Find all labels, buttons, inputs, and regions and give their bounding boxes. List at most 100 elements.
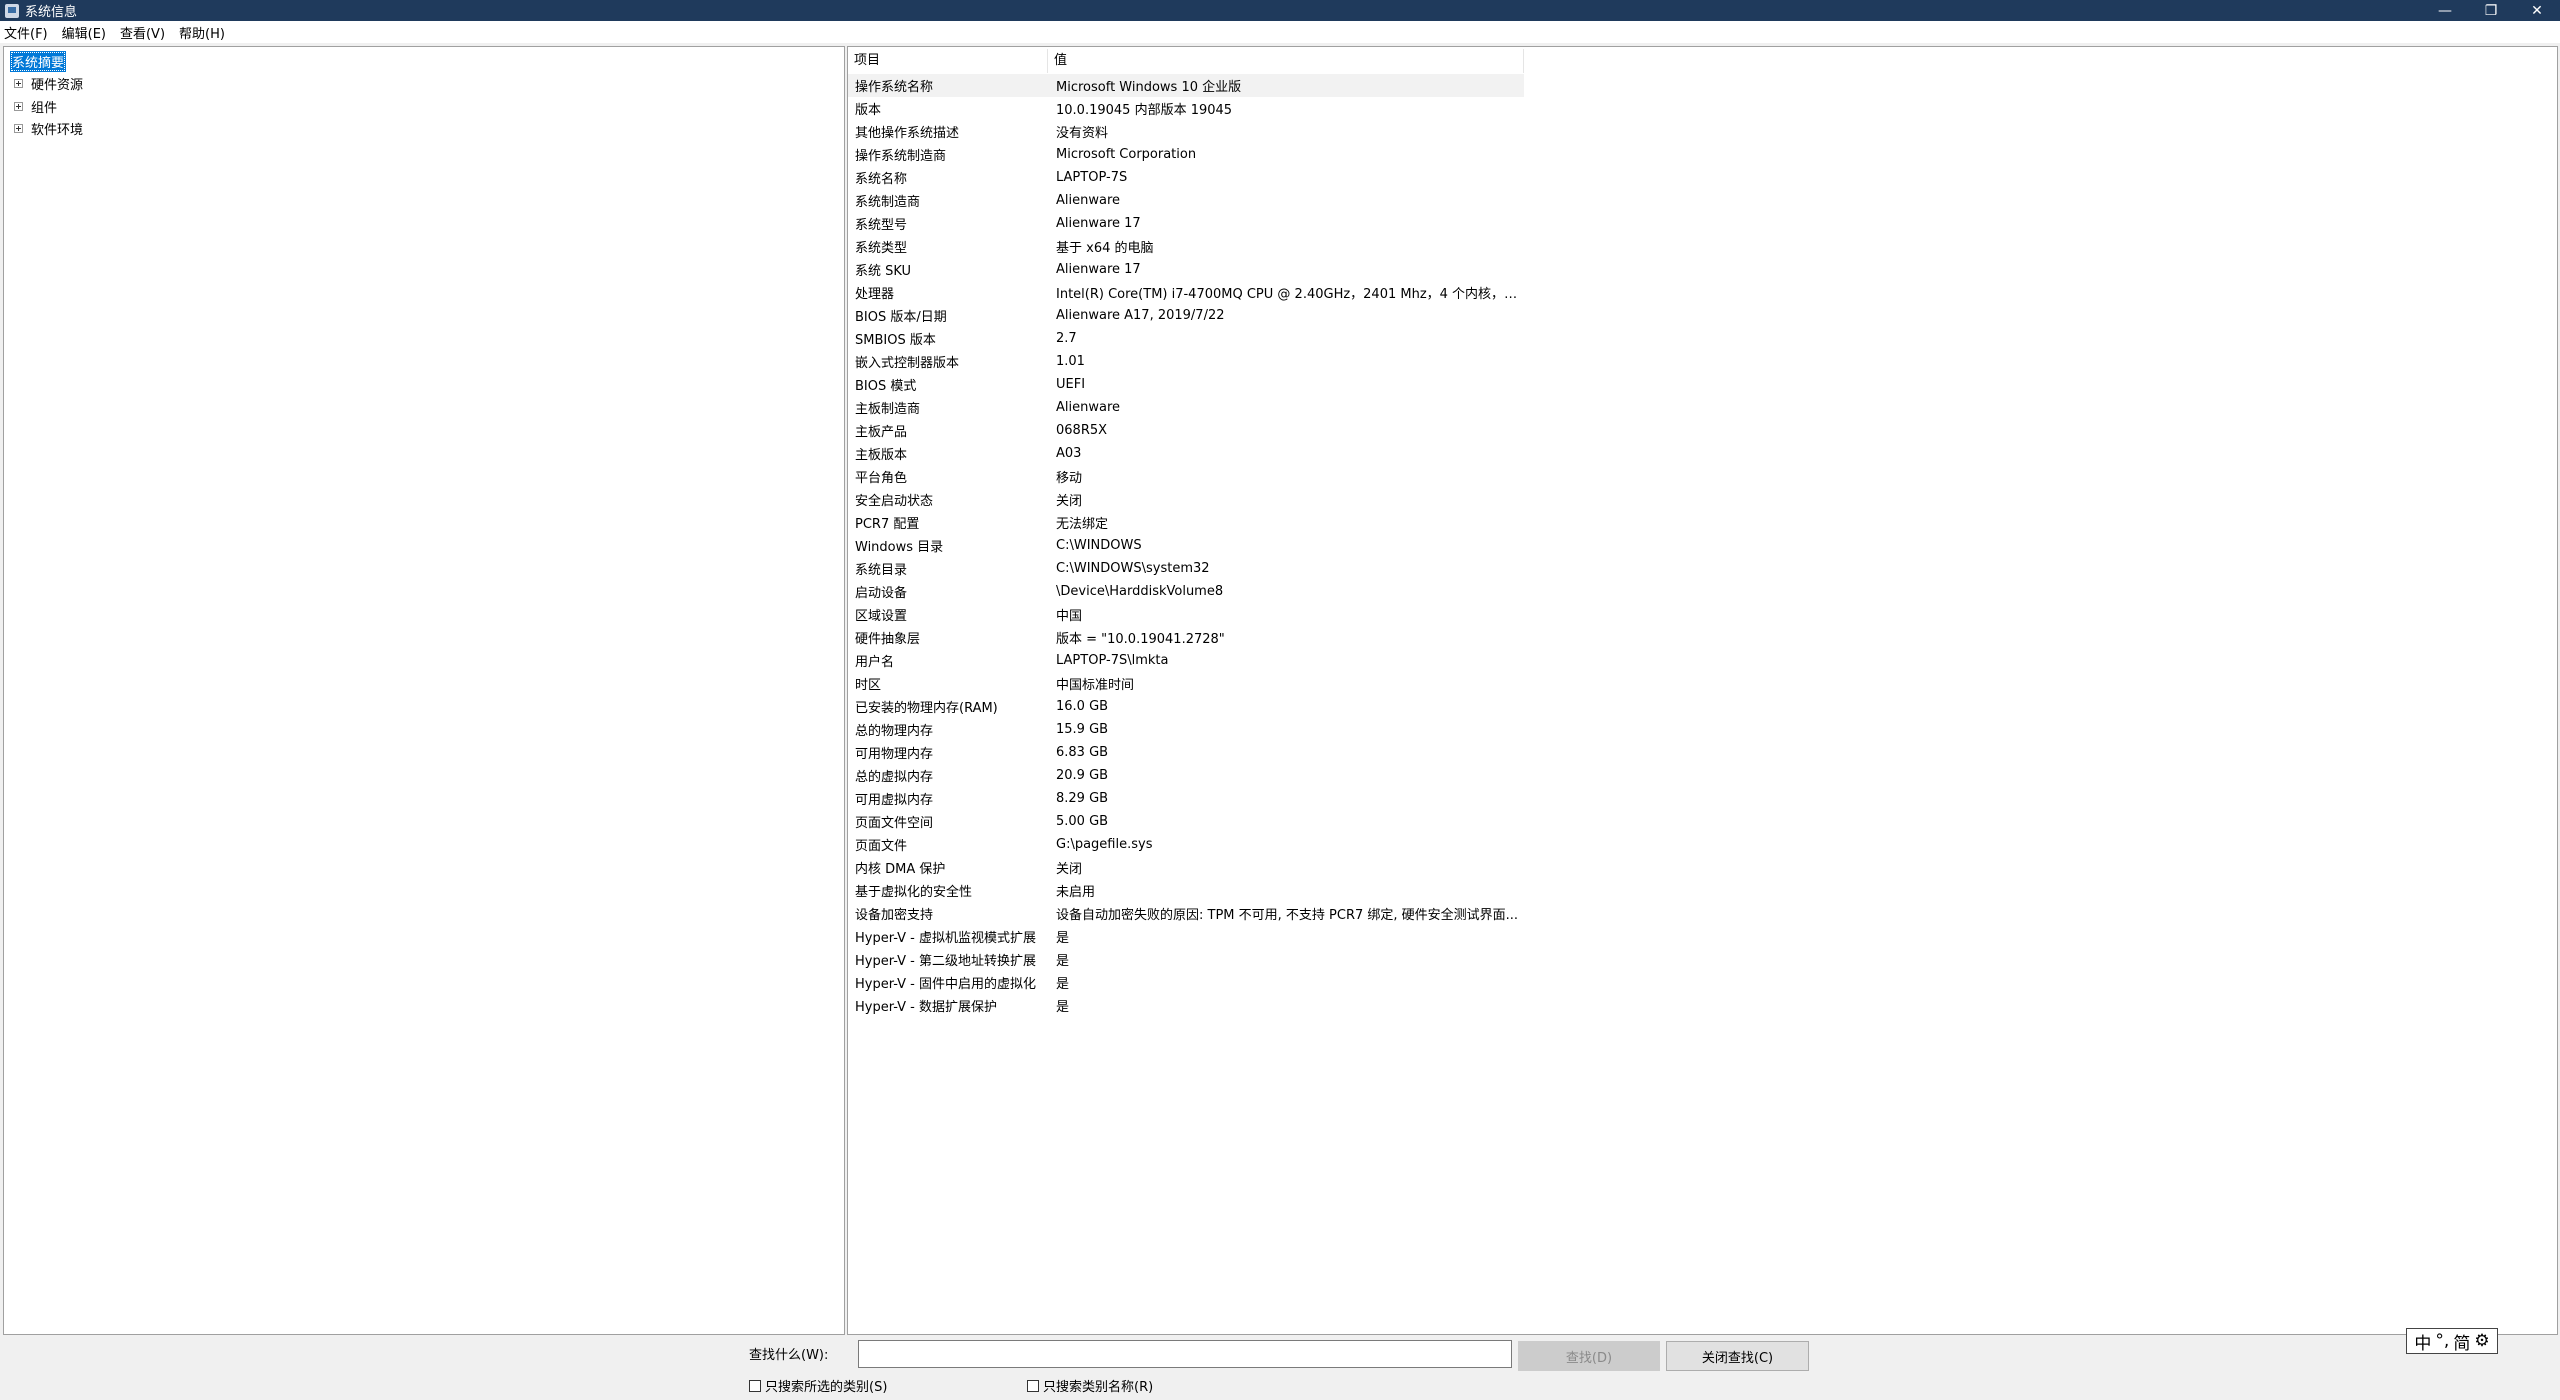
column-header-value[interactable]: 值 xyxy=(1048,49,1524,73)
row-item-value: C:\WINDOWS xyxy=(1056,538,1142,553)
table-row[interactable]: 其他操作系统描述 没有资料 xyxy=(848,120,1524,143)
table-row[interactable]: 嵌入式控制器版本 1.01 xyxy=(848,350,1524,373)
row-item-name: 可用虚拟内存 xyxy=(855,793,934,808)
category-tree[interactable]: 系统摘要 硬件资源 组件 软件环境 xyxy=(3,46,845,1335)
table-row[interactable]: BIOS 版本/日期 Alienware A17, 2019/7/22 xyxy=(848,304,1524,327)
checkbox-label: 只搜索类别名称(R) xyxy=(1043,1380,1154,1395)
search-selected-category-checkbox[interactable]: 只搜索所选的类别(S) xyxy=(749,1376,887,1395)
table-row[interactable]: Windows 目录 C:\WINDOWS xyxy=(848,534,1524,557)
row-item-value: 15.9 GB xyxy=(1056,722,1109,737)
row-item-name: Hyper-V - 数据扩展保护 xyxy=(855,1000,998,1015)
close-button[interactable]: ✕ xyxy=(2514,0,2560,21)
row-item-value: LAPTOP-7S xyxy=(1056,170,1128,185)
tree-item-software-environment[interactable]: 软件环境 xyxy=(14,119,83,138)
table-row[interactable]: 系统 SKU Alienware 17 xyxy=(848,258,1524,281)
table-row[interactable]: BIOS 模式 UEFI xyxy=(848,373,1524,396)
checkbox-box[interactable] xyxy=(1027,1379,1039,1392)
column-header-item[interactable]: 项目 xyxy=(848,49,1048,73)
row-item-value: 关闭 xyxy=(1056,862,1083,877)
table-row[interactable]: 用户名 LAPTOP-7S\lmkta xyxy=(848,649,1524,672)
menu-file[interactable]: 文件(F) xyxy=(4,23,48,42)
table-row[interactable]: 操作系统名称 Microsoft Windows 10 企业版 xyxy=(848,74,1524,97)
menu-view[interactable]: 查看(V) xyxy=(120,23,165,42)
row-item-name: 系统型号 xyxy=(855,218,908,233)
table-row[interactable]: 可用物理内存 6.83 GB xyxy=(848,741,1524,764)
settings-icon[interactable]: ⚙ xyxy=(2474,1331,2489,1351)
close-find-button[interactable]: 关闭查找(C) xyxy=(1666,1341,1809,1371)
menu-help[interactable]: 帮助(H) xyxy=(179,23,225,42)
row-item-value: 设备自动加密失败的原因: TPM 不可用, 不支持 PCR7 绑定, 硬件安全测… xyxy=(1056,908,1519,923)
table-row[interactable]: Hyper-V - 第二级地址转换扩展 是 xyxy=(848,948,1524,971)
expand-plus-icon[interactable] xyxy=(14,102,23,111)
row-item-name: 嵌入式控制器版本 xyxy=(855,356,960,371)
table-row[interactable]: 处理器 Intel(R) Core(TM) i7-4700MQ CPU @ 2.4… xyxy=(848,281,1524,304)
table-row[interactable]: 总的物理内存 15.9 GB xyxy=(848,718,1524,741)
table-row[interactable]: Hyper-V - 数据扩展保护 是 xyxy=(848,994,1524,1017)
table-row[interactable]: Hyper-V - 虚拟机监视模式扩展 是 xyxy=(848,925,1524,948)
table-row[interactable]: 主板版本 A03 xyxy=(848,442,1524,465)
table-row[interactable]: 页面文件空间 5.00 GB xyxy=(848,810,1524,833)
search-input[interactable] xyxy=(858,1340,1512,1368)
minimize-button[interactable]: — xyxy=(2422,0,2468,21)
msinfo-app-icon xyxy=(5,3,19,18)
table-row[interactable]: PCR7 配置 无法绑定 xyxy=(848,511,1524,534)
row-item-name: 主板产品 xyxy=(855,425,908,440)
table-row[interactable]: 操作系统制造商 Microsoft Corporation xyxy=(848,143,1524,166)
checkbox-box[interactable] xyxy=(749,1379,761,1392)
table-row[interactable]: 平台角色 移动 xyxy=(848,465,1524,488)
table-row[interactable]: 区域设置 中国 xyxy=(848,603,1524,626)
details-list[interactable]: 项目 值 操作系统名称 Microsoft Windows 10 企业版 版本 10.… xyxy=(847,46,2558,1335)
table-row[interactable]: 系统制造商 Alienware xyxy=(848,189,1524,212)
table-row[interactable]: 设备加密支持 设备自动加密失败的原因: TPM 不可用, 不支持 PCR7 绑定,… xyxy=(848,902,1524,925)
row-item-value: Alienware xyxy=(1056,193,1121,208)
find-button[interactable]: 查找(D) xyxy=(1518,1341,1660,1371)
table-row[interactable]: 启动设备 \Device\HarddiskVolume8 xyxy=(848,580,1524,603)
ime-punctuation[interactable]: °, xyxy=(2435,1331,2449,1351)
row-item-name: 已安装的物理内存(RAM) xyxy=(855,701,998,716)
table-row[interactable]: 内核 DMA 保护 关闭 xyxy=(848,856,1524,879)
restore-button[interactable]: ❐ xyxy=(2468,0,2514,21)
expand-plus-icon[interactable] xyxy=(14,79,23,88)
tree-item-components[interactable]: 组件 xyxy=(14,97,57,116)
row-item-value: LAPTOP-7S\lmkta xyxy=(1056,653,1169,668)
row-item-name: 操作系统制造商 xyxy=(855,149,947,164)
row-item-name: 用户名 xyxy=(855,655,895,670)
ime-mode[interactable]: 简 xyxy=(2453,1329,2470,1354)
table-row[interactable]: 时区 中国标准时间 xyxy=(848,672,1524,695)
table-row[interactable]: 版本 10.0.19045 内部版本 19045 xyxy=(848,97,1524,120)
table-row[interactable]: 主板制造商 Alienware xyxy=(848,396,1524,419)
ime-toolbar[interactable]: 中 °, 简 ⚙ xyxy=(2406,1328,2498,1354)
table-row[interactable]: SMBIOS 版本 2.7 xyxy=(848,327,1524,350)
table-row[interactable]: 主板产品 068R5X xyxy=(848,419,1524,442)
table-row[interactable]: 可用虚拟内存 8.29 GB xyxy=(848,787,1524,810)
tree-item-system-summary[interactable]: 系统摘要 xyxy=(10,51,67,72)
table-row[interactable]: 已安装的物理内存(RAM) 16.0 GB xyxy=(848,695,1524,718)
table-row[interactable]: 基于虚拟化的安全性 未启用 xyxy=(848,879,1524,902)
search-category-names-checkbox[interactable]: 只搜索类别名称(R) xyxy=(1027,1376,1153,1395)
row-item-name: 总的物理内存 xyxy=(855,724,934,739)
table-row[interactable]: 总的虚拟内存 20.9 GB xyxy=(848,764,1524,787)
tree-item-hardware-resources[interactable]: 硬件资源 xyxy=(14,74,83,93)
menu-bar: 文件(F) 编辑(E) 查看(V) 帮助(H) xyxy=(0,21,2560,43)
row-item-value: 6.83 GB xyxy=(1056,745,1109,760)
row-item-name: BIOS 模式 xyxy=(855,379,917,394)
row-item-value: 20.9 GB xyxy=(1056,768,1109,783)
table-row[interactable]: 硬件抽象层 版本 = "10.0.19041.2728" xyxy=(848,626,1524,649)
row-item-value: 是 xyxy=(1056,931,1070,946)
row-item-value: 没有资料 xyxy=(1056,126,1109,141)
table-row[interactable]: Hyper-V - 固件中启用的虚拟化 是 xyxy=(848,971,1524,994)
table-row[interactable]: 页面文件 G:\pagefile.sys xyxy=(848,833,1524,856)
ime-language[interactable]: 中 xyxy=(2414,1329,2431,1354)
expand-plus-icon[interactable] xyxy=(14,124,23,133)
table-row[interactable]: 系统型号 Alienware 17 xyxy=(848,212,1524,235)
table-row[interactable]: 安全启动状态 关闭 xyxy=(848,488,1524,511)
menu-edit[interactable]: 编辑(E) xyxy=(62,23,106,42)
row-item-value: Alienware 17 xyxy=(1056,262,1141,277)
tree-item-label: 组件 xyxy=(31,101,58,116)
table-row[interactable]: 系统名称 LAPTOP-7S xyxy=(848,166,1524,189)
table-row[interactable]: 系统目录 C:\WINDOWS\system32 xyxy=(848,557,1524,580)
row-item-name: 主板版本 xyxy=(855,448,908,463)
row-item-value: 是 xyxy=(1056,954,1070,969)
table-row[interactable]: 系统类型 基于 x64 的电脑 xyxy=(848,235,1524,258)
row-item-name: Hyper-V - 固件中启用的虚拟化 xyxy=(855,977,1037,992)
